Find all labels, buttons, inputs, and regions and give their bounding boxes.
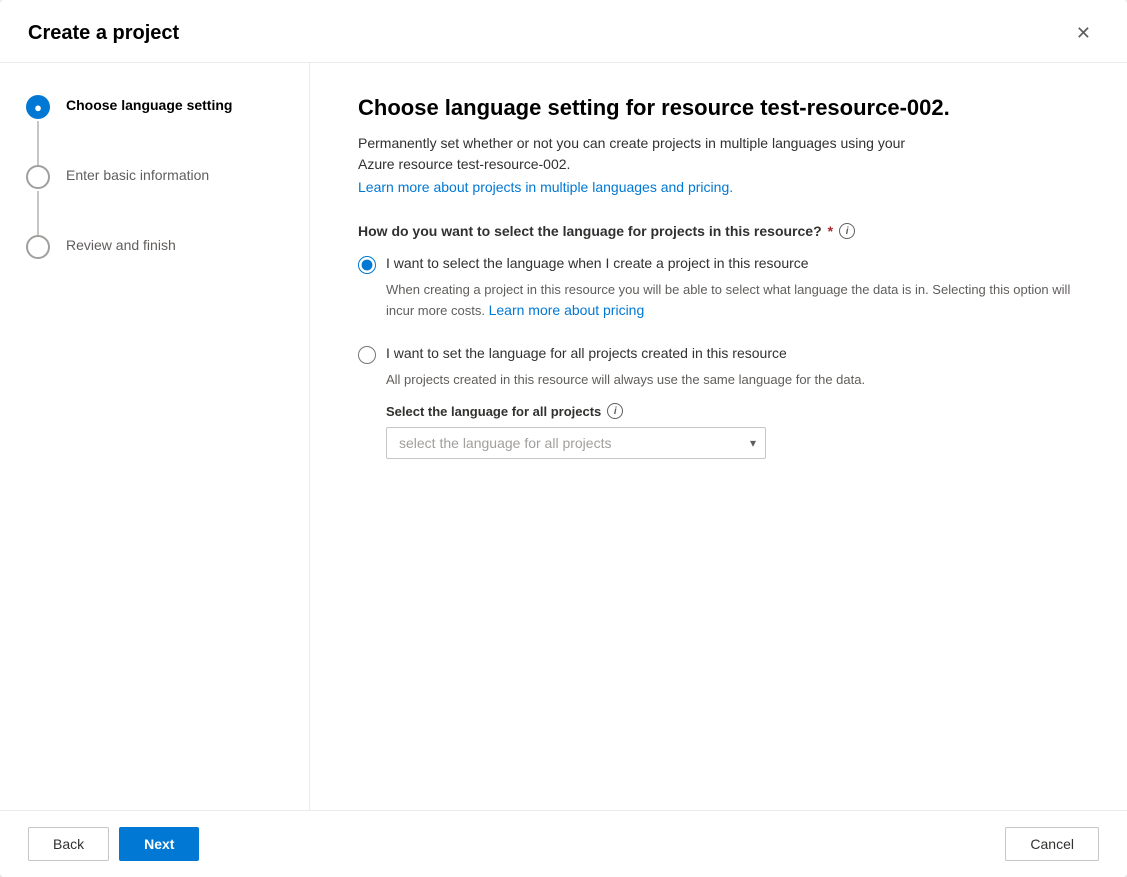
step-label-enter-basic: Enter basic information [66, 165, 209, 183]
info-icon-question: i [839, 223, 855, 239]
dialog-header: Create a project ✕ [0, 0, 1127, 63]
learn-more-pricing-link[interactable]: Learn more about pricing [489, 302, 645, 318]
step-connector-1: ● [24, 95, 52, 165]
radio-input-1[interactable] [358, 256, 376, 274]
sub-label-language: Select the language for all projects i [386, 403, 1079, 419]
required-star: * [828, 223, 833, 239]
language-select[interactable]: select the language for all projects [386, 427, 766, 459]
back-button[interactable]: Back [28, 827, 109, 861]
step-connector-3 [24, 235, 52, 259]
dialog-body: ● Choose language setting Enter basic in… [0, 63, 1127, 810]
radio-row-2: I want to set the language for all proje… [358, 345, 1079, 364]
step-item-enter-basic: Enter basic information [24, 165, 285, 235]
learn-more-link-main[interactable]: Learn more about projects in multiple la… [358, 179, 733, 195]
section-title: Choose language setting for resource tes… [358, 95, 1079, 121]
step-circle-2 [26, 165, 50, 189]
language-sub-section: Select the language for all projects i s… [386, 403, 1079, 459]
step-item-review-finish: Review and finish [24, 235, 285, 259]
radio-label-2[interactable]: I want to set the language for all proje… [386, 345, 787, 361]
radio-description-1: When creating a project in this resource… [386, 280, 1079, 321]
radio-label-1[interactable]: I want to select the language when I cre… [386, 255, 809, 271]
description-line1: Permanently set whether or not you can c… [358, 133, 1079, 175]
create-project-dialog: Create a project ✕ ● Choose language set… [0, 0, 1127, 877]
step-connector-2 [24, 165, 52, 235]
sidebar: ● Choose language setting Enter basic in… [0, 63, 310, 810]
radio-input-2[interactable] [358, 346, 376, 364]
main-content: Choose language setting for resource tes… [310, 63, 1127, 810]
step-label-choose-language: Choose language setting [66, 95, 232, 113]
info-icon-language: i [607, 403, 623, 419]
radio-row-1: I want to select the language when I cre… [358, 255, 1079, 274]
step-line-2 [37, 191, 39, 235]
footer-left: Back Next [28, 827, 199, 861]
dialog-title: Create a project [28, 22, 179, 45]
radio-description-2: All projects created in this resource wi… [386, 370, 1079, 390]
question-label: How do you want to select the language f… [358, 223, 1079, 239]
step-line-1 [37, 121, 39, 165]
radio-option-1: I want to select the language when I cre… [358, 255, 1079, 321]
language-select-wrapper: select the language for all projects ▾ [386, 427, 766, 459]
radio-option-2: I want to set the language for all proje… [358, 345, 1079, 460]
next-button[interactable]: Next [119, 827, 199, 861]
step-circle-1: ● [26, 95, 50, 119]
step-label-review-finish: Review and finish [66, 235, 176, 253]
cancel-button[interactable]: Cancel [1005, 827, 1099, 861]
close-button[interactable]: ✕ [1068, 20, 1099, 46]
step-circle-3 [26, 235, 50, 259]
dialog-footer: Back Next Cancel [0, 810, 1127, 877]
step-item-choose-language: ● Choose language setting [24, 95, 285, 165]
